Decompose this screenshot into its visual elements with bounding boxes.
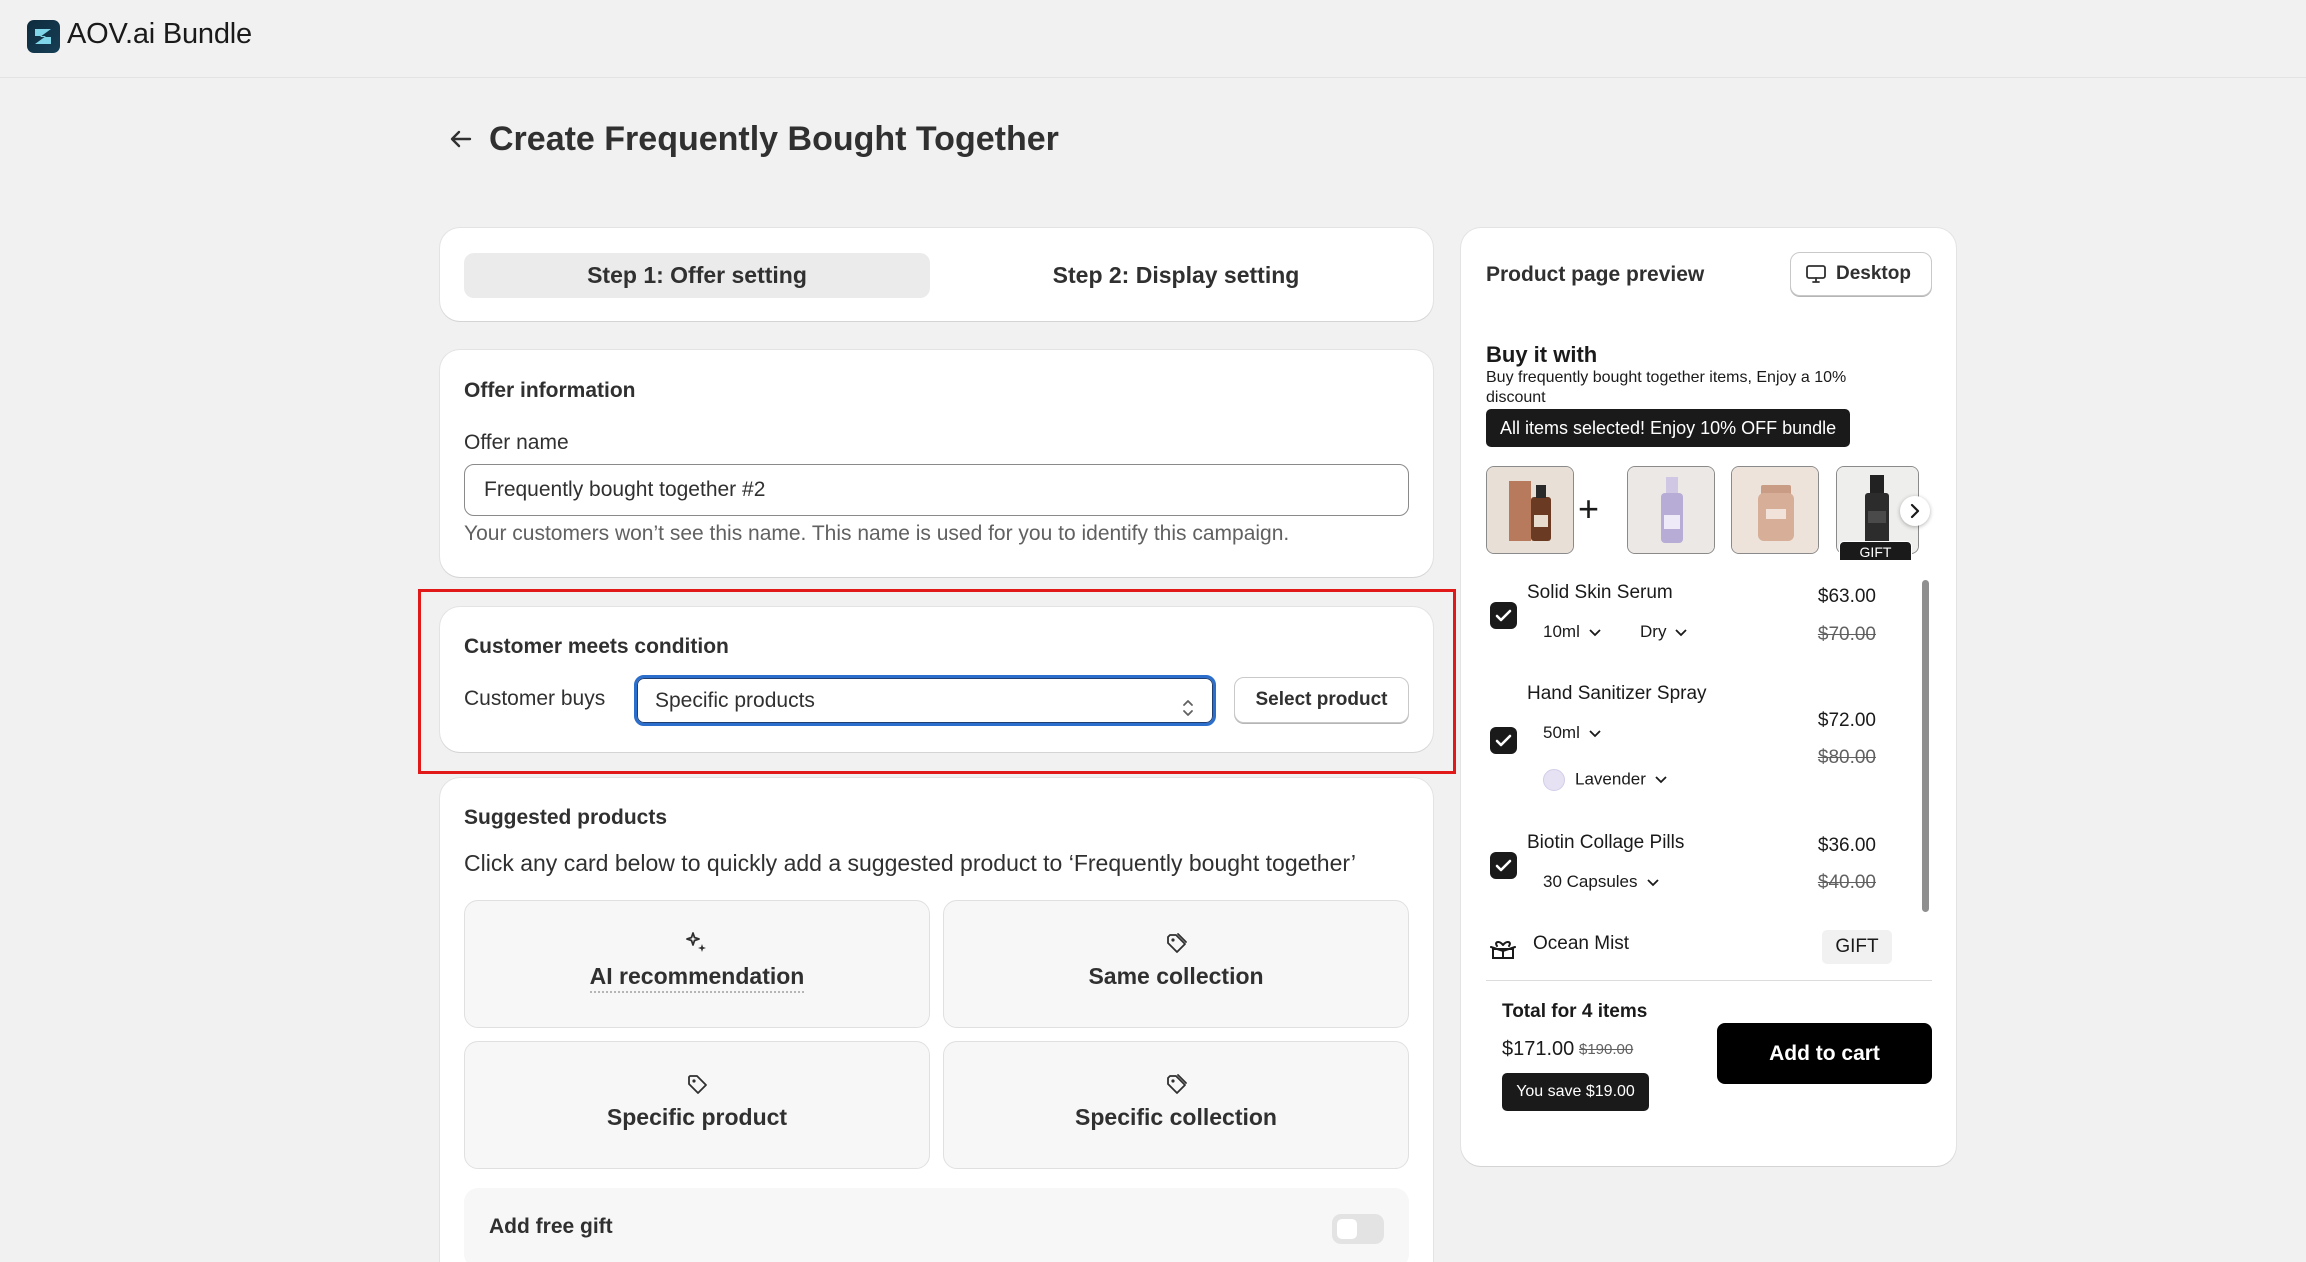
app-title: AOV.ai Bundle xyxy=(67,18,252,50)
desktop-icon xyxy=(1806,265,1826,283)
tags-icon xyxy=(944,931,1408,955)
highlight-box xyxy=(418,589,1456,774)
add-free-gift-row: Add free gift xyxy=(464,1188,1409,1262)
steps-card: Step 1: Offer setting Step 2: Display se… xyxy=(440,228,1433,321)
preview-title: Product page preview xyxy=(1486,263,1705,286)
specific-collection-label: Specific collection xyxy=(1075,1104,1277,1130)
variant-select[interactable]: 30 Capsules xyxy=(1543,872,1659,892)
offer-information-title: Offer information xyxy=(464,379,636,402)
product-thumbnail[interactable] xyxy=(1486,466,1574,554)
divider xyxy=(1486,980,1932,981)
total-original-price: $190.00 xyxy=(1579,1041,1634,1058)
variant-select[interactable]: Dry xyxy=(1640,622,1688,642)
checkmark-icon xyxy=(1495,734,1512,747)
suggested-products-title: Suggested products xyxy=(464,806,668,829)
plus-icon: + xyxy=(1578,488,1600,529)
variant-select[interactable]: Lavender xyxy=(1543,769,1667,791)
chevron-down-icon xyxy=(1589,729,1601,737)
gift-icon xyxy=(1490,939,1516,966)
same-collection-tile[interactable]: Same collection xyxy=(943,900,1409,1028)
total-label: Total for 4 items xyxy=(1502,1001,1648,1022)
color-swatch xyxy=(1543,769,1565,791)
checkmark-icon xyxy=(1495,609,1512,622)
specific-product-tile[interactable]: Specific product xyxy=(464,1041,930,1169)
variant-select[interactable]: 50ml xyxy=(1543,723,1601,743)
desktop-button-label: Desktop xyxy=(1836,263,1911,284)
desktop-view-button[interactable]: Desktop xyxy=(1790,252,1932,296)
product-thumbnail[interactable] xyxy=(1731,466,1819,554)
offer-name-label: Offer name xyxy=(464,431,569,454)
gift-badge: GIFT xyxy=(1822,930,1892,964)
specific-product-label: Specific product xyxy=(606,1104,788,1130)
suggested-products-card: Suggested products Click any card below … xyxy=(440,778,1433,1262)
item-checkbox[interactable] xyxy=(1490,602,1517,629)
specific-collection-tile[interactable]: Specific collection xyxy=(943,1041,1409,1169)
widget-subtitle: Buy frequently bought together items, En… xyxy=(1486,369,1847,406)
app-topbar: AOV.ai Bundle xyxy=(0,0,2306,78)
sparkle-icon xyxy=(465,931,929,955)
offer-information-card: Offer information Offer name Frequently … xyxy=(440,350,1433,577)
item-name: Hand Sanitizer Spray xyxy=(1527,683,1707,704)
items-scrollbar[interactable] xyxy=(1922,580,1929,912)
chevron-down-icon xyxy=(1646,878,1659,886)
product-thumbnail[interactable] xyxy=(1627,466,1715,554)
item-original-price: $40.00 xyxy=(1817,872,1876,893)
tag-icon xyxy=(465,1072,929,1096)
add-free-gift-label: Add free gift xyxy=(489,1215,613,1238)
chevron-right-icon xyxy=(1910,503,1920,519)
item-price: $72.00 xyxy=(1817,710,1876,731)
gift-tag: GIFT xyxy=(1839,541,1912,561)
product-page-preview-card: Product page preview Desktop Buy it with… xyxy=(1461,228,1956,1166)
tags-icon xyxy=(944,1072,1408,1096)
item-original-price: $70.00 xyxy=(1817,624,1876,645)
discount-banner: All items selected! Enjoy 10% OFF bundle xyxy=(1486,409,1851,447)
add-to-cart-button[interactable]: Add to cart xyxy=(1717,1023,1932,1084)
savings-badge: You save $19.00 xyxy=(1502,1073,1649,1111)
item-name: Biotin Collage Pills xyxy=(1527,832,1685,853)
ai-recommendation-label: AI recommendation xyxy=(465,963,929,993)
checkmark-icon xyxy=(1495,859,1512,872)
tab-offer-setting[interactable]: Step 1: Offer setting xyxy=(464,253,930,298)
page-title: Create Frequently Bought Together xyxy=(489,120,1059,158)
back-arrow-icon[interactable] xyxy=(446,124,476,154)
free-gift-toggle[interactable] xyxy=(1332,1214,1384,1244)
chevron-down-icon xyxy=(1589,628,1601,636)
total-price: $171.00 xyxy=(1502,1038,1575,1060)
suggested-products-description: Click any card below to quickly add a su… xyxy=(464,850,1356,876)
offer-name-input[interactable]: Frequently bought together #2 xyxy=(464,464,1409,516)
item-original-price: $80.00 xyxy=(1817,747,1876,768)
offer-name-help-text: Your customers won’t see this name. This… xyxy=(464,522,1290,545)
ai-recommendation-tile[interactable]: AI recommendation xyxy=(464,900,930,1028)
app-logo-icon xyxy=(27,20,60,53)
item-name: Solid Skin Serum xyxy=(1527,582,1673,603)
item-price: $63.00 xyxy=(1817,586,1876,607)
variant-select[interactable]: 10ml xyxy=(1543,622,1601,642)
chevron-down-icon xyxy=(1655,776,1667,784)
chevron-down-icon xyxy=(1675,628,1688,636)
same-collection-label: Same collection xyxy=(1088,963,1264,989)
gift-item-name: Ocean Mist xyxy=(1533,933,1630,954)
item-price: $36.00 xyxy=(1817,835,1876,856)
item-checkbox[interactable] xyxy=(1490,852,1517,879)
widget-title: Buy it with xyxy=(1486,342,1598,367)
carousel-next-button[interactable] xyxy=(1900,496,1930,526)
tab-display-setting[interactable]: Step 2: Display setting xyxy=(943,253,1409,298)
item-checkbox[interactable] xyxy=(1490,727,1517,754)
